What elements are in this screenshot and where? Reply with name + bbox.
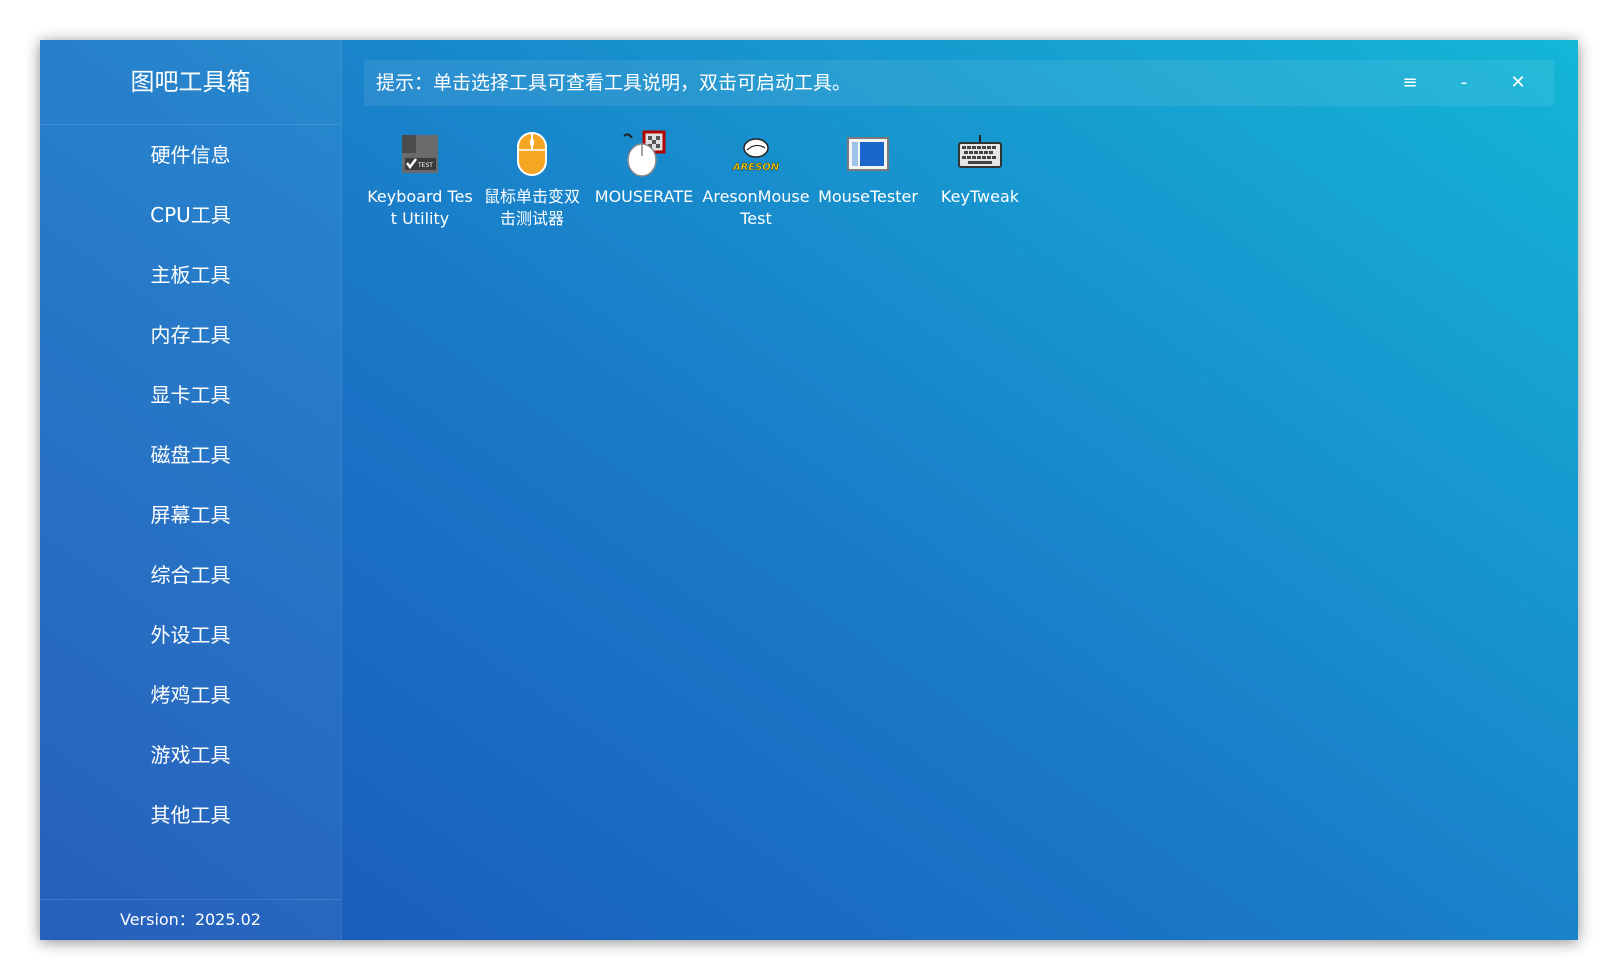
keytweak-icon	[956, 130, 1004, 178]
sidebar-item-stress-test-tools[interactable]: 烤鸡工具	[40, 665, 341, 725]
tool-keytweak[interactable]: KeyTweak	[924, 130, 1036, 208]
minimize-icon: -	[1461, 72, 1468, 93]
sidebar-item-general-tools[interactable]: 综合工具	[40, 545, 341, 605]
tool-mouse-click-tester[interactable]: 鼠标单击变双击测试器	[476, 130, 588, 230]
sidebar-item-peripheral-tools[interactable]: 外设工具	[40, 605, 341, 665]
tool-label: Keyboard Test Utility	[364, 186, 476, 230]
sidebar-item-screen-tools[interactable]: 屏幕工具	[40, 485, 341, 545]
menu-button[interactable]: ≡	[1390, 60, 1430, 106]
sidebar-item-cpu-tools[interactable]: CPU工具	[40, 185, 341, 245]
sidebar-item-other-tools[interactable]: 其他工具	[40, 785, 341, 845]
tool-keyboard-test-utility[interactable]: TEST Keyboard Test Utility	[364, 130, 476, 230]
tool-mouserate[interactable]: MOUSERATE	[588, 130, 700, 208]
close-icon: ✕	[1510, 72, 1525, 93]
sidebar-item-game-tools[interactable]: 游戏工具	[40, 725, 341, 785]
version-label: Version：2025.02	[40, 899, 341, 940]
tool-label: MOUSERATE	[588, 186, 700, 208]
tool-label: 鼠标单击变双击测试器	[476, 186, 588, 230]
sidebar-item-hardware-info[interactable]: 硬件信息	[40, 125, 341, 185]
app-window: 图吧工具箱 硬件信息 CPU工具 主板工具 内存工具 显卡工具 磁盘工具 屏幕工…	[40, 40, 1578, 940]
areson-icon-text: ARESON	[732, 162, 780, 173]
sidebar-item-gpu-tools[interactable]: 显卡工具	[40, 365, 341, 425]
sidebar-item-memory-tools[interactable]: 内存工具	[40, 305, 341, 365]
tool-label: KeyTweak	[924, 186, 1036, 208]
hint-bar: 提示：单击选择工具可查看工具说明，双击可启动工具。 ≡ - ✕	[364, 60, 1554, 106]
sidebar-item-motherboard-tools[interactable]: 主板工具	[40, 245, 341, 305]
menu-icon: ≡	[1402, 72, 1417, 93]
sidebar-nav: 硬件信息 CPU工具 主板工具 内存工具 显卡工具 磁盘工具 屏幕工具 综合工具…	[40, 125, 341, 845]
sidebar: 图吧工具箱 硬件信息 CPU工具 主板工具 内存工具 显卡工具 磁盘工具 屏幕工…	[40, 40, 342, 940]
keyboard-test-icon-text: TEST	[417, 162, 433, 169]
areson-mouse-test-icon: ARESON	[732, 130, 780, 178]
mouserate-icon	[620, 130, 668, 178]
keyboard-test-icon: TEST	[396, 130, 444, 178]
mouse-click-test-icon	[508, 130, 556, 178]
tool-mousetester[interactable]: MouseTester	[812, 130, 924, 208]
sidebar-item-disk-tools[interactable]: 磁盘工具	[40, 425, 341, 485]
close-button[interactable]: ✕	[1498, 60, 1538, 106]
tool-areson-mouse-test[interactable]: ARESON AresonMouseTest	[700, 130, 812, 230]
tool-label: AresonMouseTest	[700, 186, 812, 230]
mouse-tester-icon	[844, 130, 892, 178]
hint-text: 提示：单击选择工具可查看工具说明，双击可启动工具。	[376, 60, 851, 106]
app-title: 图吧工具箱	[40, 40, 341, 125]
minimize-button[interactable]: -	[1444, 60, 1484, 106]
tool-label: MouseTester	[812, 186, 924, 208]
